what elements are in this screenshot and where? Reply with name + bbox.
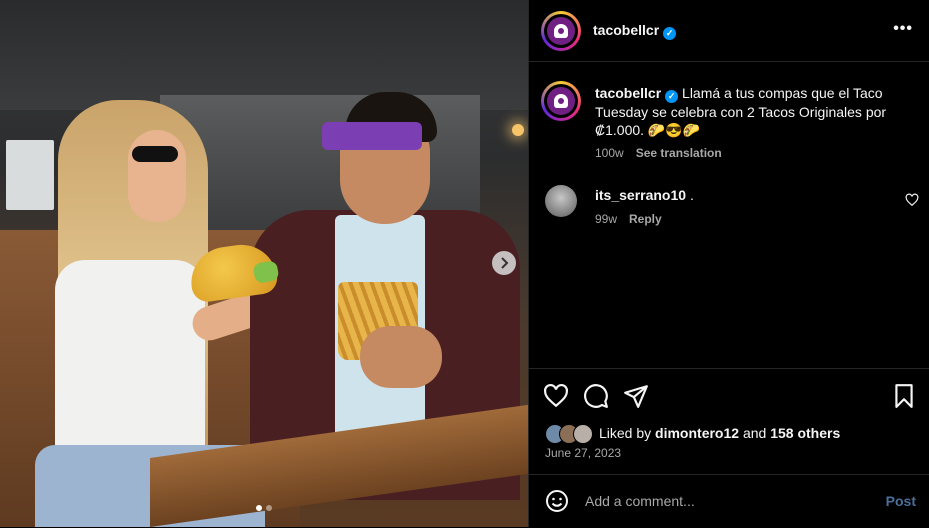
author-avatar[interactable] xyxy=(541,11,581,51)
liked-by-user[interactable]: dimontero12 xyxy=(655,425,739,441)
comment-meta: 99w Reply xyxy=(595,212,662,226)
post-date[interactable]: June 27, 2023 xyxy=(545,446,621,460)
more-icon[interactable]: ••• xyxy=(893,20,913,38)
caption-avatar[interactable] xyxy=(541,81,581,121)
photo-lamp xyxy=(512,124,524,136)
carousel-dot xyxy=(266,505,272,511)
save-icon[interactable] xyxy=(891,383,917,409)
caption-meta: 100w See translation xyxy=(595,146,722,160)
woman-face xyxy=(128,130,186,222)
liked-by-and: and xyxy=(742,425,767,441)
liked-by-others[interactable]: 158 others xyxy=(770,425,840,441)
photo-window xyxy=(6,140,54,210)
emoji-icon[interactable] xyxy=(545,489,569,513)
comment-input[interactable]: Add a comment... xyxy=(585,493,695,509)
reply-button[interactable]: Reply xyxy=(629,212,662,226)
liked-by-prefix: Liked by xyxy=(599,425,652,441)
post-side-panel: tacobellcr ✓ ••• tacobellcr ✓ Llamá a tus … xyxy=(528,0,929,527)
chevron-right-icon xyxy=(501,257,509,269)
comment-icon[interactable] xyxy=(583,383,609,409)
heart-icon[interactable] xyxy=(543,383,569,409)
commenter-avatar[interactable] xyxy=(545,185,577,217)
action-bar xyxy=(529,368,929,408)
woman-sunglasses xyxy=(132,146,178,162)
post-header: tacobellcr ✓ ••• xyxy=(529,0,929,62)
caption-username[interactable]: tacobellcr xyxy=(595,85,661,101)
liker-avatars[interactable] xyxy=(545,424,597,444)
comment-username[interactable]: its_serrano10 xyxy=(595,187,686,203)
see-translation-link[interactable]: See translation xyxy=(636,146,722,160)
man-purple-sunglasses xyxy=(322,122,422,150)
caption-age[interactable]: 100w xyxy=(595,146,624,160)
carousel-dots xyxy=(256,505,272,511)
post-caption: tacobellcr ✓ Llamá a tus compas que el Ta… xyxy=(595,84,913,139)
liker-avatar xyxy=(573,424,593,444)
comment-body: its_serrano10 . xyxy=(595,187,694,203)
photo-ceiling xyxy=(0,0,528,110)
comment-bar: Add a comment... Post xyxy=(529,474,929,528)
comment-text: . xyxy=(689,187,694,203)
post-photo[interactable] xyxy=(0,0,528,527)
woman-top xyxy=(55,260,205,460)
carousel-dot-active xyxy=(256,505,262,511)
liked-by-text: Liked by dimontero12 and 158 others xyxy=(599,425,840,441)
comment-age[interactable]: 99w xyxy=(595,212,617,226)
verified-icon: ✓ xyxy=(663,27,677,40)
post-button[interactable]: Post xyxy=(886,493,916,509)
header-username[interactable]: tacobellcr ✓ xyxy=(593,22,677,40)
taco-bell-logo-icon xyxy=(554,94,568,108)
verified-icon: ✓ xyxy=(665,90,679,103)
taco-bell-logo-icon xyxy=(554,24,568,38)
share-icon[interactable] xyxy=(623,383,649,409)
comment-like-heart-icon[interactable] xyxy=(905,193,919,207)
header-username-text[interactable]: tacobellcr xyxy=(593,22,659,38)
man-hand xyxy=(360,326,442,388)
carousel-next-button[interactable] xyxy=(492,251,516,275)
